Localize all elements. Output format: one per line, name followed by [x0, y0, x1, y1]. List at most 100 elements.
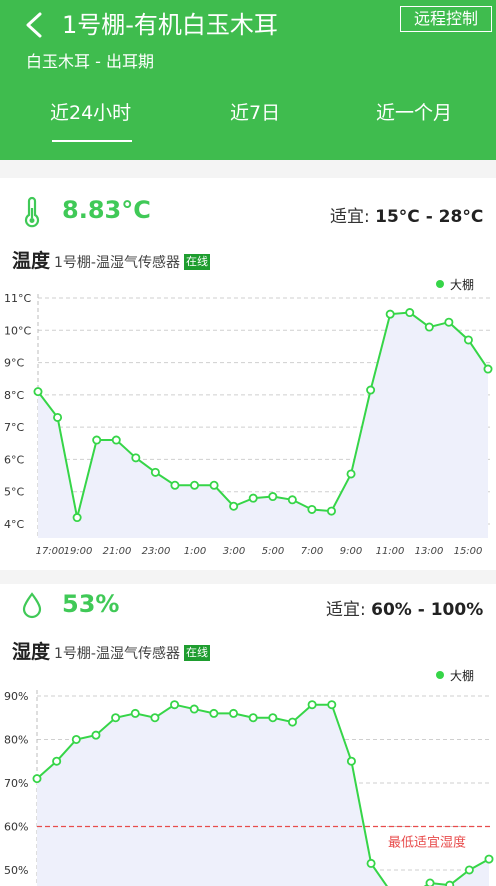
sensor-name: 1号棚-温湿气传感器 [54, 646, 180, 662]
status-badge: 在线 [183, 645, 210, 661]
range-value: 60% - 100% [371, 600, 484, 620]
x-tick-label: 1:00 [184, 546, 206, 557]
data-point [130, 708, 140, 718]
data-point [287, 717, 297, 727]
data-point [424, 322, 434, 332]
y-tick-label: 7°C [4, 421, 24, 434]
data-point [444, 317, 454, 327]
data-point [111, 713, 121, 723]
data-point [52, 756, 62, 766]
data-point [445, 880, 455, 886]
legend-dot [436, 671, 444, 679]
data-point [131, 453, 141, 463]
data-point [91, 730, 101, 740]
y-tick-label: 80% [4, 733, 28, 746]
data-point [425, 878, 435, 886]
temperature-card: 8.83°C 适宜: 15°C - 28°C 温度 1号棚-温湿气传感器 在线 大棚… [0, 178, 496, 570]
humidity-reading: 53% [62, 590, 120, 618]
x-tick-label: 9:00 [340, 546, 362, 557]
temperature-chart: 4°C 5°C 6°C 7°C 8°C 9°C 10°C 11°C 17:00 19:00 21:0… [4, 292, 493, 557]
page-title: 1号棚-有机白玉木耳 [62, 11, 278, 39]
series-area [37, 704, 489, 886]
data-point [405, 308, 415, 318]
data-point [326, 506, 336, 516]
data-point [209, 708, 219, 718]
back-arrow-icon[interactable] [20, 8, 50, 42]
data-point [170, 480, 180, 490]
x-tick-label: 17:00 [36, 546, 65, 557]
data-point [150, 467, 160, 477]
data-point [346, 756, 356, 766]
data-point [307, 504, 317, 514]
series-area [38, 312, 488, 538]
humidity-sensor-row: 湿度 1号棚-温湿气传感器 在线 [12, 637, 210, 664]
water-drop-icon [22, 592, 42, 619]
data-point [268, 492, 278, 502]
data-point [170, 700, 180, 710]
data-point [150, 713, 160, 723]
x-tick-label: 7:00 [301, 546, 323, 557]
data-point [229, 501, 239, 511]
data-point [484, 854, 494, 864]
range-value: 15°C - 28°C [375, 207, 484, 227]
sensor-name: 1号棚-温湿气传感器 [54, 255, 180, 271]
data-point [33, 387, 43, 397]
y-tick-label: 9°C [4, 357, 24, 370]
temperature-suitable-range: 适宜: 15°C - 28°C [330, 202, 483, 227]
metric-label: 温度 [12, 250, 51, 272]
data-point [248, 713, 258, 723]
status-badge: 在线 [183, 254, 210, 270]
x-tick-label: 5:00 [262, 546, 284, 557]
data-point [463, 335, 473, 345]
humidity-suitable-range: 适宜: 60% - 100% [326, 595, 483, 620]
data-point [248, 493, 258, 503]
crop-stage-subtitle: 白玉木耳 - 出耳期 [26, 52, 154, 71]
data-point [32, 774, 42, 784]
x-tick-label: 13:00 [415, 546, 444, 557]
range-label: 适宜: [330, 207, 370, 227]
data-point [366, 385, 376, 395]
x-tick-label: 11:00 [376, 546, 405, 557]
y-tick-label: 11°C [4, 292, 31, 305]
data-point [366, 858, 376, 868]
active-tab-indicator [52, 140, 132, 142]
x-tick-label: 15:00 [454, 546, 483, 557]
data-point [287, 495, 297, 505]
data-point [111, 435, 121, 445]
y-tick-label: 10°C [4, 324, 31, 337]
data-point [189, 704, 199, 714]
data-point [346, 469, 356, 479]
x-tick-label: 3:00 [223, 546, 245, 557]
data-point [483, 364, 493, 374]
temperature-reading: 8.83°C [62, 196, 151, 224]
data-point [229, 708, 239, 718]
data-point [385, 309, 395, 319]
x-tick-label: 23:00 [142, 546, 171, 557]
data-point [268, 713, 278, 723]
app-header: 1号棚-有机白玉木耳 白玉木耳 - 出耳期 远程控制 近24小时 近7日 近一个… [0, 0, 496, 160]
y-tick-label: 50% [4, 864, 28, 877]
remote-control-button[interactable]: 远程控制 [400, 6, 492, 32]
data-point [72, 513, 82, 523]
y-tick-label: 60% [4, 820, 28, 833]
metric-label: 湿度 [12, 641, 51, 663]
tab-7-days[interactable]: 近7日 [230, 100, 280, 126]
range-label: 适宜: [326, 600, 366, 620]
data-point [464, 865, 474, 875]
tab-24-hours[interactable]: 近24小时 [50, 100, 131, 126]
humidity-card: 53% 适宜: 60% - 100% 湿度 1号棚-温湿气传感器 在线 大棚 50%… [0, 584, 496, 886]
legend-label: 大棚 [450, 669, 475, 683]
data-point [53, 412, 63, 422]
threshold-label: 最低适宜湿度 [388, 834, 466, 850]
y-tick-label: 8°C [4, 389, 24, 402]
data-point [307, 700, 317, 710]
data-point [209, 480, 219, 490]
thermometer-icon [24, 196, 40, 228]
y-tick-label: 6°C [4, 453, 24, 466]
y-tick-label: 70% [4, 777, 28, 790]
tab-1-month[interactable]: 近一个月 [376, 100, 452, 126]
humidity-chart: 50% 60% 70% 80% 90% 最低适宜湿度 [4, 690, 494, 886]
y-tick-label: 5°C [4, 486, 24, 499]
data-point [71, 734, 81, 744]
y-tick-label: 4°C [4, 518, 24, 531]
